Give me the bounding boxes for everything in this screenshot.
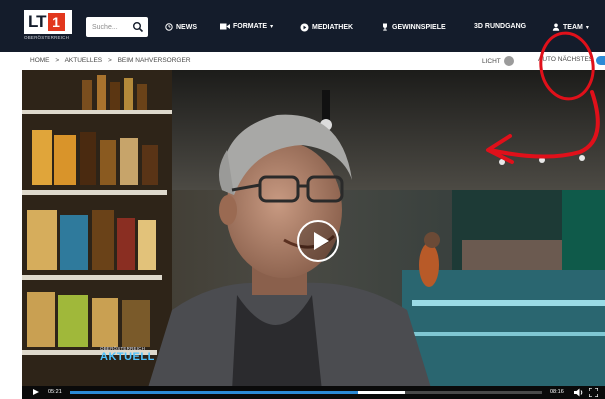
- search-box[interactable]: Suche...: [86, 17, 148, 37]
- nav-3d-rundgang-label: 3D RUNDGANG: [474, 23, 527, 30]
- search-input[interactable]: Suche...: [92, 24, 118, 31]
- camera-icon: [220, 23, 230, 30]
- licht-toggle[interactable]: LICHT: [482, 56, 514, 66]
- top-navigation: LT 1 OBERÖSTERREICH Suche... NEWS FORMAT…: [0, 0, 605, 52]
- autonext-label: AUTO NÄCHSTES: [538, 56, 594, 63]
- logo[interactable]: LT 1: [24, 10, 72, 34]
- nav-gewinnspiele[interactable]: GEWINNSPIELE: [381, 23, 446, 31]
- buffer-fill: [357, 391, 406, 394]
- nav-formate[interactable]: FORMATE ▾: [220, 23, 273, 30]
- channel-brand: OBERÖSTERREICH AKTUELL: [100, 346, 155, 363]
- play-icon[interactable]: [33, 389, 39, 395]
- current-time: 05:21: [48, 389, 62, 395]
- chevron-down-icon: ▾: [585, 24, 589, 31]
- fullscreen-icon[interactable]: [589, 388, 598, 397]
- nav-news-label: NEWS: [176, 23, 197, 31]
- licht-label: LICHT: [482, 57, 501, 65]
- autonext-toggle[interactable]: [596, 56, 605, 65]
- volume-icon[interactable]: [574, 388, 584, 397]
- progress-bar[interactable]: [70, 391, 542, 394]
- breadcrumb-current: BEIM NAHVERSORGER: [117, 57, 191, 64]
- logo-badge: 1: [47, 13, 65, 31]
- play-circle-icon: [300, 23, 309, 32]
- play-button[interactable]: [297, 220, 339, 262]
- nav-3d-rundgang[interactable]: 3D RUNDGANG: [474, 23, 526, 30]
- brand-title: AKTUELL: [100, 351, 155, 363]
- video-player[interactable]: OBERÖSTERREICH AKTUELL: [22, 70, 605, 391]
- trophy-icon: [383, 23, 387, 31]
- logo-text: LT: [28, 12, 46, 31]
- breadcrumb-home[interactable]: HOME: [30, 57, 50, 64]
- page: LT 1 OBERÖSTERREICH Suche... NEWS FORMAT…: [0, 0, 605, 399]
- player-controls: 05:21 08:16: [22, 386, 605, 399]
- progress-fill: [70, 391, 358, 394]
- nav-formate-label: FORMATE: [233, 23, 268, 30]
- breadcrumb-separator: >: [55, 57, 60, 64]
- nav-mediathek-label: MEDIATHEK: [312, 24, 354, 31]
- total-time: 08:16: [550, 389, 564, 395]
- breadcrumb-aktuelles[interactable]: AKTUELLES: [65, 57, 103, 64]
- nav-news[interactable]: NEWS: [165, 23, 197, 31]
- nav-mediathek[interactable]: MEDIATHEK: [300, 23, 353, 32]
- breadcrumb-separator: >: [107, 57, 112, 64]
- breadcrumb-bar: HOME > AKTUELLES > BEIM NAHVERSORGER LIC…: [0, 52, 605, 70]
- clock-icon: [165, 23, 173, 31]
- nav-gewinnspiele-label: GEWINNSPIELE: [392, 23, 446, 31]
- logo-subtitle: OBERÖSTERREICH: [24, 35, 70, 40]
- nav-team[interactable]: TEAM ▾: [552, 23, 589, 31]
- chevron-down-icon: ▾: [270, 24, 274, 30]
- breadcrumb: HOME > AKTUELLES > BEIM NAHVERSORGER: [30, 57, 195, 64]
- users-icon: [552, 23, 560, 31]
- search-icon[interactable]: [132, 21, 144, 33]
- light-bulb-icon[interactable]: [503, 56, 514, 66]
- nav-team-label: TEAM: [563, 23, 583, 31]
